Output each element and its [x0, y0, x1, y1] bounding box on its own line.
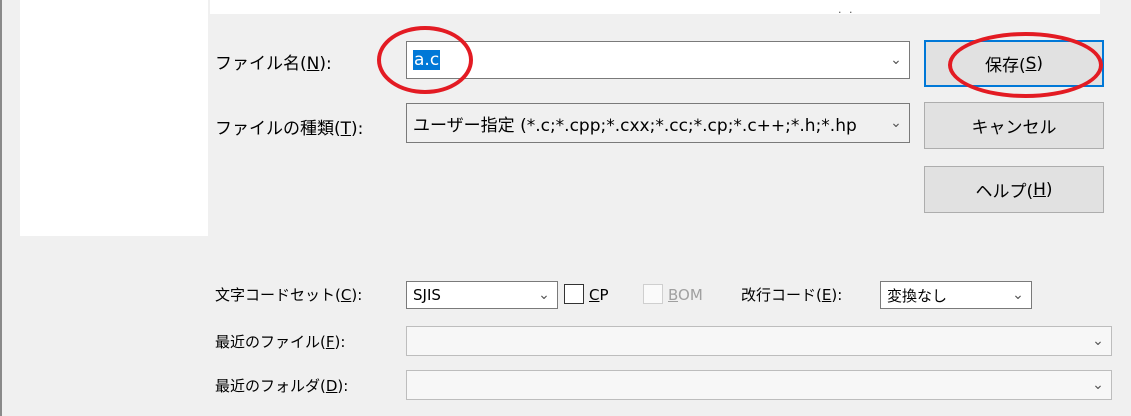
chevron-down-icon[interactable]: ⌄: [1005, 287, 1031, 303]
top-dots: · ·: [838, 6, 855, 19]
window-left-border: [0, 0, 2, 416]
chevron-down-icon[interactable]: ⌄: [883, 115, 909, 131]
annotation-ring-save: [948, 32, 1103, 98]
chevron-down-icon[interactable]: ⌄: [1085, 377, 1111, 393]
filename-input[interactable]: a.c ⌄: [406, 41, 910, 79]
charset-label: 文字コードセット(C):: [215, 286, 363, 304]
help-button[interactable]: ヘルプ(H): [924, 166, 1104, 213]
charset-value: SJIS: [413, 286, 441, 304]
recent-folder-select[interactable]: ⌄: [406, 370, 1112, 400]
chevron-down-icon[interactable]: ⌄: [1085, 333, 1111, 349]
newline-value: 変換なし: [887, 286, 948, 305]
annotation-ring-filename: [377, 26, 473, 94]
filename-label: ファイル名(N):: [215, 54, 332, 74]
filetype-label: ファイルの種類(T):: [215, 119, 364, 139]
recent-file-label: 最近のファイル(F):: [215, 333, 346, 351]
navigation-pane: [20, 0, 208, 236]
newline-label: 改行コード(E):: [741, 286, 843, 304]
filetype-select[interactable]: ユーザー指定 (*.c;*.cpp;*.cxx;*.cc;*.cp;*.c++;…: [406, 103, 910, 143]
chevron-down-icon[interactable]: ⌄: [531, 287, 557, 303]
cancel-button[interactable]: キャンセル: [924, 102, 1104, 149]
newline-select[interactable]: 変換なし ⌄: [880, 281, 1032, 309]
top-panel-strip: [210, 0, 1100, 14]
recent-file-select[interactable]: ⌄: [406, 326, 1112, 356]
charset-select[interactable]: SJIS ⌄: [406, 281, 558, 309]
cp-label: CP: [589, 286, 609, 304]
recent-folder-label: 最近のフォルダ(D):: [215, 377, 349, 395]
chevron-down-icon[interactable]: ⌄: [883, 52, 909, 68]
cp-checkbox[interactable]: [564, 284, 584, 304]
bom-label: BOM: [668, 286, 703, 304]
filetype-value: ユーザー指定 (*.c;*.cpp;*.cxx;*.cc;*.cp;*.c++;…: [413, 115, 857, 136]
bom-checkbox[interactable]: [643, 284, 663, 304]
